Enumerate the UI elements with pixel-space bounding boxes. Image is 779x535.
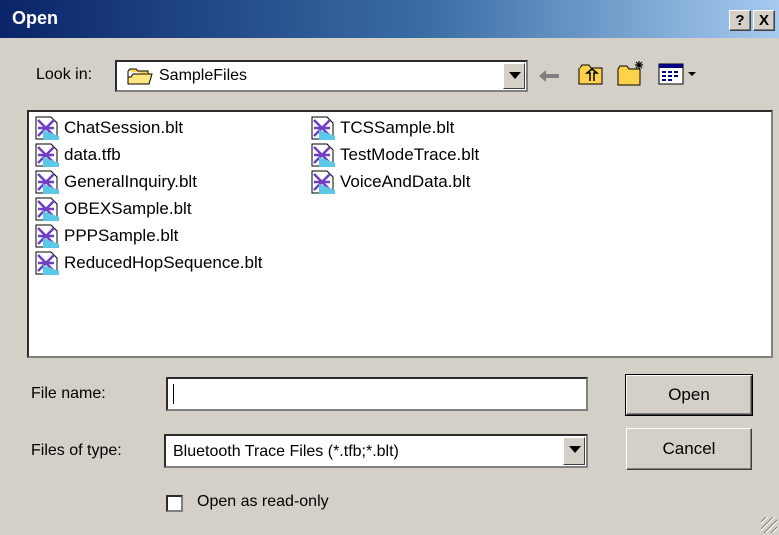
trace-file-icon (35, 251, 59, 275)
trace-file-icon (311, 170, 335, 194)
file-name: PPPSample.blt (64, 226, 179, 245)
list-item[interactable]: data.tfb (33, 143, 121, 167)
list-item[interactable]: TestModeTrace.blt (309, 143, 479, 167)
folder-icon (127, 68, 153, 85)
look-in-value: SampleFiles (159, 67, 248, 84)
look-in-label: Look in: (36, 66, 93, 83)
file-name: VoiceAndData.blt (340, 172, 471, 191)
up-folder-icon[interactable] (578, 63, 604, 85)
resize-grip[interactable] (761, 517, 777, 533)
file-name-label: File name: (31, 385, 106, 402)
trace-file-icon (35, 170, 59, 194)
list-item[interactable]: ReducedHopSequence.blt (33, 251, 262, 275)
list-item[interactable]: VoiceAndData.blt (309, 170, 470, 194)
file-name: OBEXSample.blt (64, 199, 192, 218)
file-name: GeneralInquiry.blt (64, 172, 197, 191)
file-list[interactable]: ChatSession.blt data.tfb GeneralInquiry.… (27, 110, 773, 358)
trace-file-icon (35, 116, 59, 140)
file-name: data.tfb (64, 145, 121, 164)
window-title: Open (12, 8, 59, 28)
new-folder-icon[interactable] (617, 60, 647, 86)
file-name: TestModeTrace.blt (340, 145, 480, 164)
help-button[interactable]: ? (729, 10, 751, 31)
close-button[interactable]: X (753, 10, 775, 31)
look-in-dropdown[interactable]: SampleFiles (115, 60, 528, 92)
title-bar[interactable]: Open ? X (0, 0, 779, 38)
back-arrow-icon[interactable] (537, 68, 561, 84)
file-name: ChatSession.blt (64, 118, 184, 137)
list-item[interactable]: PPPSample.blt (33, 224, 178, 248)
file-name-input[interactable] (166, 377, 588, 411)
trace-file-icon (35, 143, 59, 167)
open-button[interactable]: Open (625, 374, 753, 416)
files-of-type-dropdown[interactable]: Bluetooth Trace Files (*.tfb;*.blt) (164, 434, 588, 468)
list-item[interactable]: ChatSession.blt (33, 116, 183, 140)
text-cursor (173, 384, 174, 404)
view-menu-icon[interactable] (658, 63, 698, 85)
trace-file-icon (311, 143, 335, 167)
read-only-label[interactable]: Open as read-only (197, 493, 329, 511)
chevron-down-icon[interactable] (563, 437, 585, 465)
trace-file-icon (35, 197, 59, 221)
file-name: ReducedHopSequence.blt (64, 253, 263, 272)
list-item[interactable]: OBEXSample.blt (33, 197, 192, 221)
list-item[interactable]: GeneralInquiry.blt (33, 170, 197, 194)
files-of-type-value: Bluetooth Trace Files (*.tfb;*.blt) (173, 443, 399, 460)
cancel-button[interactable]: Cancel (626, 428, 752, 470)
file-name: TCSSample.blt (340, 118, 455, 137)
read-only-checkbox[interactable] (166, 495, 183, 512)
chevron-down-icon[interactable] (503, 63, 525, 89)
list-item[interactable]: TCSSample.blt (309, 116, 454, 140)
trace-file-icon (311, 116, 335, 140)
trace-file-icon (35, 224, 59, 248)
files-of-type-label: Files of type: (31, 442, 122, 459)
